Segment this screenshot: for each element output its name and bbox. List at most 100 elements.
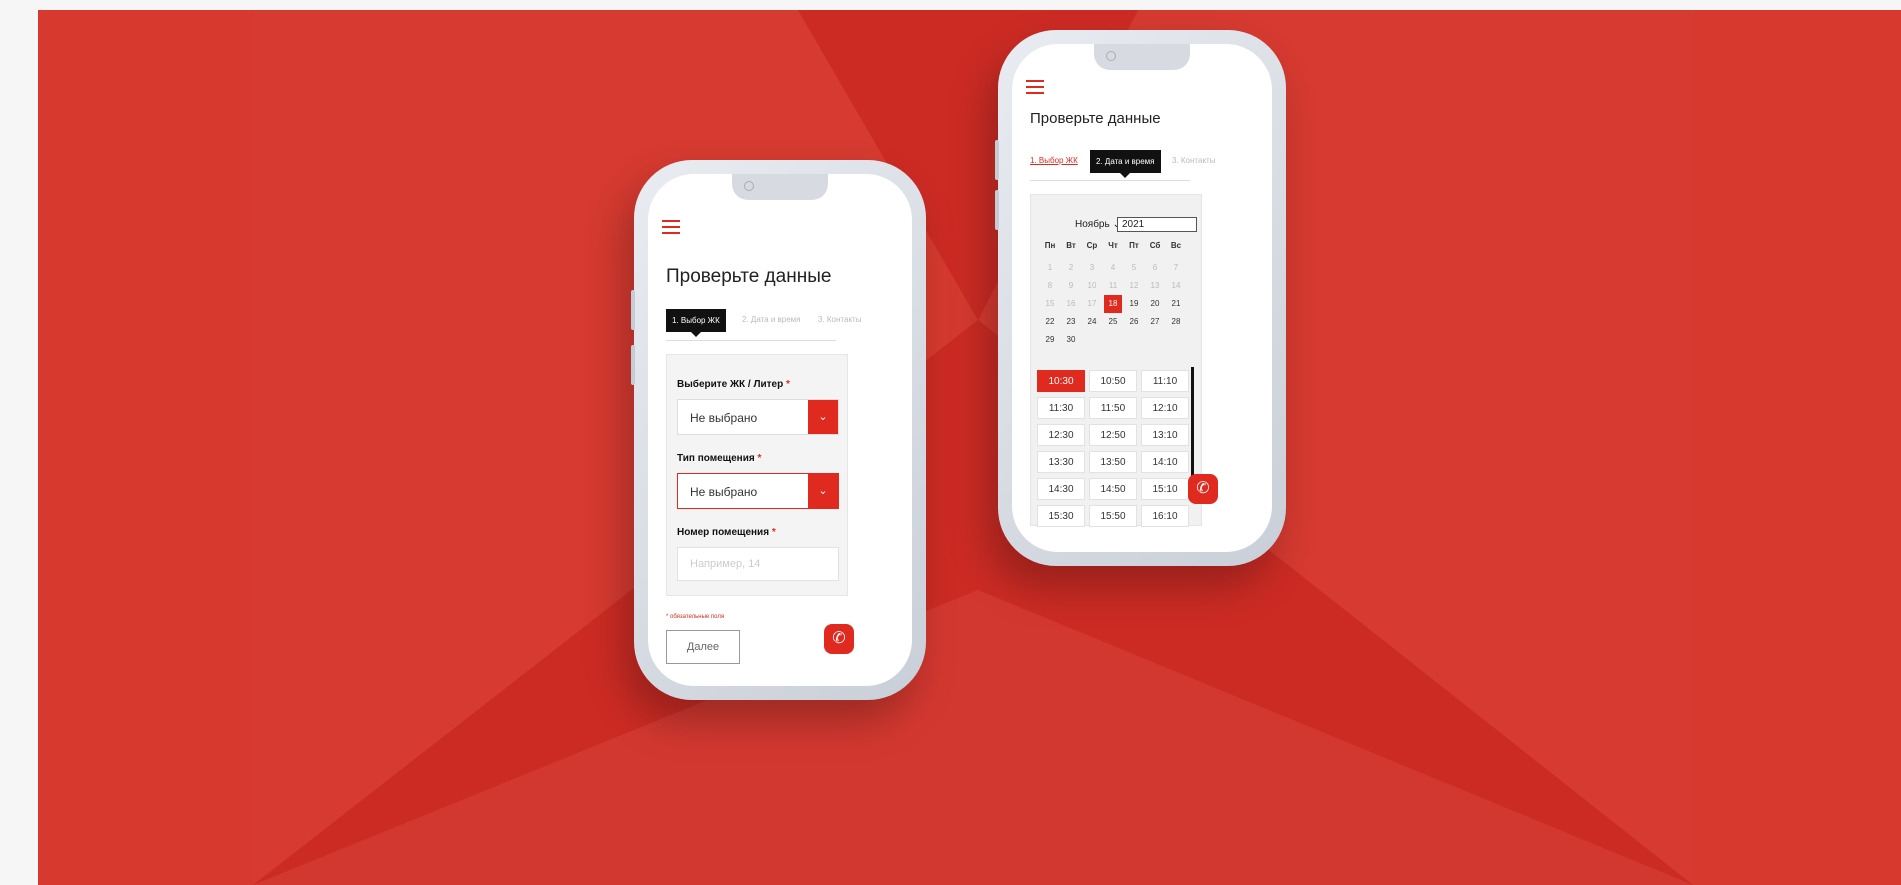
complex-label: Выберите ЖК / Литер * [677,379,790,390]
step-2-tab[interactable]: 2. Дата и время [742,315,801,324]
type-label: Тип помещения * [677,453,762,464]
side-button [995,190,999,230]
step-2-tab[interactable]: 2. Дата и время [1090,150,1161,178]
calendar-day[interactable]: 22 [1041,313,1059,331]
calendar-day[interactable]: 12 [1125,277,1143,295]
calendar-day[interactable]: 16 [1062,295,1080,313]
calendar-day[interactable]: 23 [1062,313,1080,331]
calendar-day[interactable]: 30 [1062,331,1080,349]
calendar-day[interactable]: 11 [1104,277,1122,295]
required-mark: * [771,527,776,538]
weekday-label: Пт [1129,241,1139,250]
calendar-day[interactable]: 13 [1146,277,1164,295]
time-scrollbar[interactable] [1191,367,1194,489]
step-1-tab[interactable]: 1. Выбор ЖК [666,309,726,337]
month-select[interactable]: Ноябрь ⌄ [1075,219,1121,230]
weekday-label: Ср [1086,241,1098,250]
calendar-day[interactable]: 9 [1062,277,1080,295]
type-select[interactable]: Не выбрано ⌄ [677,473,839,509]
complex-select-value: Не выбрано [690,411,758,425]
calendar-day[interactable]: 10 [1083,277,1101,295]
time-slots: 10:30 10:50 11:10 11:30 11:50 12:10 12:30 12:50… [1037,370,1189,527]
calendar-day[interactable]: 14 [1167,277,1185,295]
time-slot[interactable]: 13:30 [1037,451,1085,473]
time-slot[interactable]: 12:30 [1037,424,1085,446]
calendar-day[interactable]: 18 [1104,295,1122,313]
time-slot[interactable]: 13:50 [1089,451,1137,473]
number-placeholder: Например, 14 [690,558,761,570]
calendar-panel: Ноябрь ⌄ 2021 Пн Вт Ср Чт Пт Сб Вс 1 2 3 4 5 6 7 8 9 10… [1030,194,1202,527]
time-slot[interactable]: 14:30 [1037,478,1085,500]
weekday-label: Вс [1170,241,1182,250]
form-panel: Выберите ЖК / Литер * Не выбрано ⌄ Тип п… [666,354,848,596]
side-button [631,290,635,330]
left-screen: Проверьте данные 1. Выбор ЖК 2. Дата и в… [648,174,912,686]
time-slot[interactable]: 10:50 [1089,370,1137,392]
step-1-tab[interactable]: 1. Выбор ЖК [1030,156,1078,165]
calendar-day[interactable]: 2 [1062,259,1080,277]
calendar-day[interactable]: 15 [1041,295,1059,313]
time-slot[interactable]: 11:10 [1141,370,1189,392]
page-title: Проверьте данные [666,266,832,287]
side-button [631,345,635,385]
year-select[interactable]: 2021 [1117,217,1197,232]
side-button [995,140,999,180]
calendar-day[interactable]: 28 [1167,313,1185,331]
next-button[interactable]: Далее [666,630,740,664]
time-slot[interactable]: 14:50 [1089,478,1137,500]
time-slot[interactable]: 12:50 [1089,424,1137,446]
time-slot[interactable]: 11:50 [1089,397,1137,419]
calendar-day[interactable]: 19 [1125,295,1143,313]
required-mark: * [757,453,762,464]
chevron-down-icon: ⌄ [808,400,838,434]
weekday-label: Сб [1149,241,1161,250]
calendar-day[interactable]: 21 [1167,295,1185,313]
calendar-day[interactable]: 27 [1146,313,1164,331]
time-slot[interactable]: 11:30 [1037,397,1085,419]
calendar-day[interactable]: 29 [1041,331,1059,349]
calendar-day[interactable]: 4 [1104,259,1122,277]
required-mark: * [785,379,790,390]
time-slot[interactable]: 16:10 [1141,505,1189,527]
type-select-value: Не выбрано [690,485,758,499]
day-grid: 1 2 3 4 5 6 7 8 9 10 11 12 13 14 15 16 17 18 19 20 21 22 23 24 2… [1041,259,1185,349]
calendar-day[interactable]: 25 [1104,313,1122,331]
calendar-day[interactable]: 3 [1083,259,1101,277]
right-screen: Проверьте данные 1. Выбор ЖК 2. Дата и в… [1012,44,1272,552]
calendar-day[interactable]: 17 [1083,295,1101,313]
calendar-day[interactable]: 5 [1125,259,1143,277]
number-input[interactable]: Например, 14 [677,547,839,581]
calendar-day[interactable]: 20 [1146,295,1164,313]
time-slot[interactable]: 14:10 [1141,451,1189,473]
time-slot[interactable]: 15:50 [1089,505,1137,527]
time-slot[interactable]: 10:30 [1037,370,1085,392]
calendar-day[interactable]: 24 [1083,313,1101,331]
hamburger-icon[interactable] [662,220,680,234]
phone-icon[interactable]: ✆ [1188,474,1218,504]
number-label: Номер помещения * [677,527,776,538]
weekday-label: Вт [1066,241,1076,250]
page-title: Проверьте данные [1030,110,1161,127]
time-slot[interactable]: 15:30 [1037,505,1085,527]
weekday-label: Чт [1108,241,1118,250]
step-3-tab[interactable]: 3. Контакты [1172,156,1215,165]
complex-select[interactable]: Не выбрано ⌄ [677,399,839,435]
calendar-day[interactable]: 1 [1041,259,1059,277]
calendar-day[interactable]: 8 [1041,277,1059,295]
calendar-day[interactable]: 26 [1125,313,1143,331]
camera-dot [1106,51,1116,61]
phone-icon[interactable]: ✆ [824,624,854,654]
right-phone: Проверьте данные 1. Выбор ЖК 2. Дата и в… [995,30,1286,566]
calendar-day[interactable]: 6 [1146,259,1164,277]
weekday-header: Пн Вт Ср Чт Пт Сб Вс [1041,237,1185,255]
left-phone: Проверьте данные 1. Выбор ЖК 2. Дата и в… [631,160,926,700]
hamburger-icon[interactable] [1026,80,1044,94]
time-slot[interactable]: 12:10 [1141,397,1189,419]
step-3-tab[interactable]: 3. Контакты [818,315,861,324]
time-slot[interactable]: 13:10 [1141,424,1189,446]
weekday-label: Пн [1044,241,1056,250]
steps-divider [666,340,836,341]
required-note: * обязательные поля [666,614,725,620]
time-slot[interactable]: 15:10 [1141,478,1189,500]
calendar-day[interactable]: 7 [1167,259,1185,277]
